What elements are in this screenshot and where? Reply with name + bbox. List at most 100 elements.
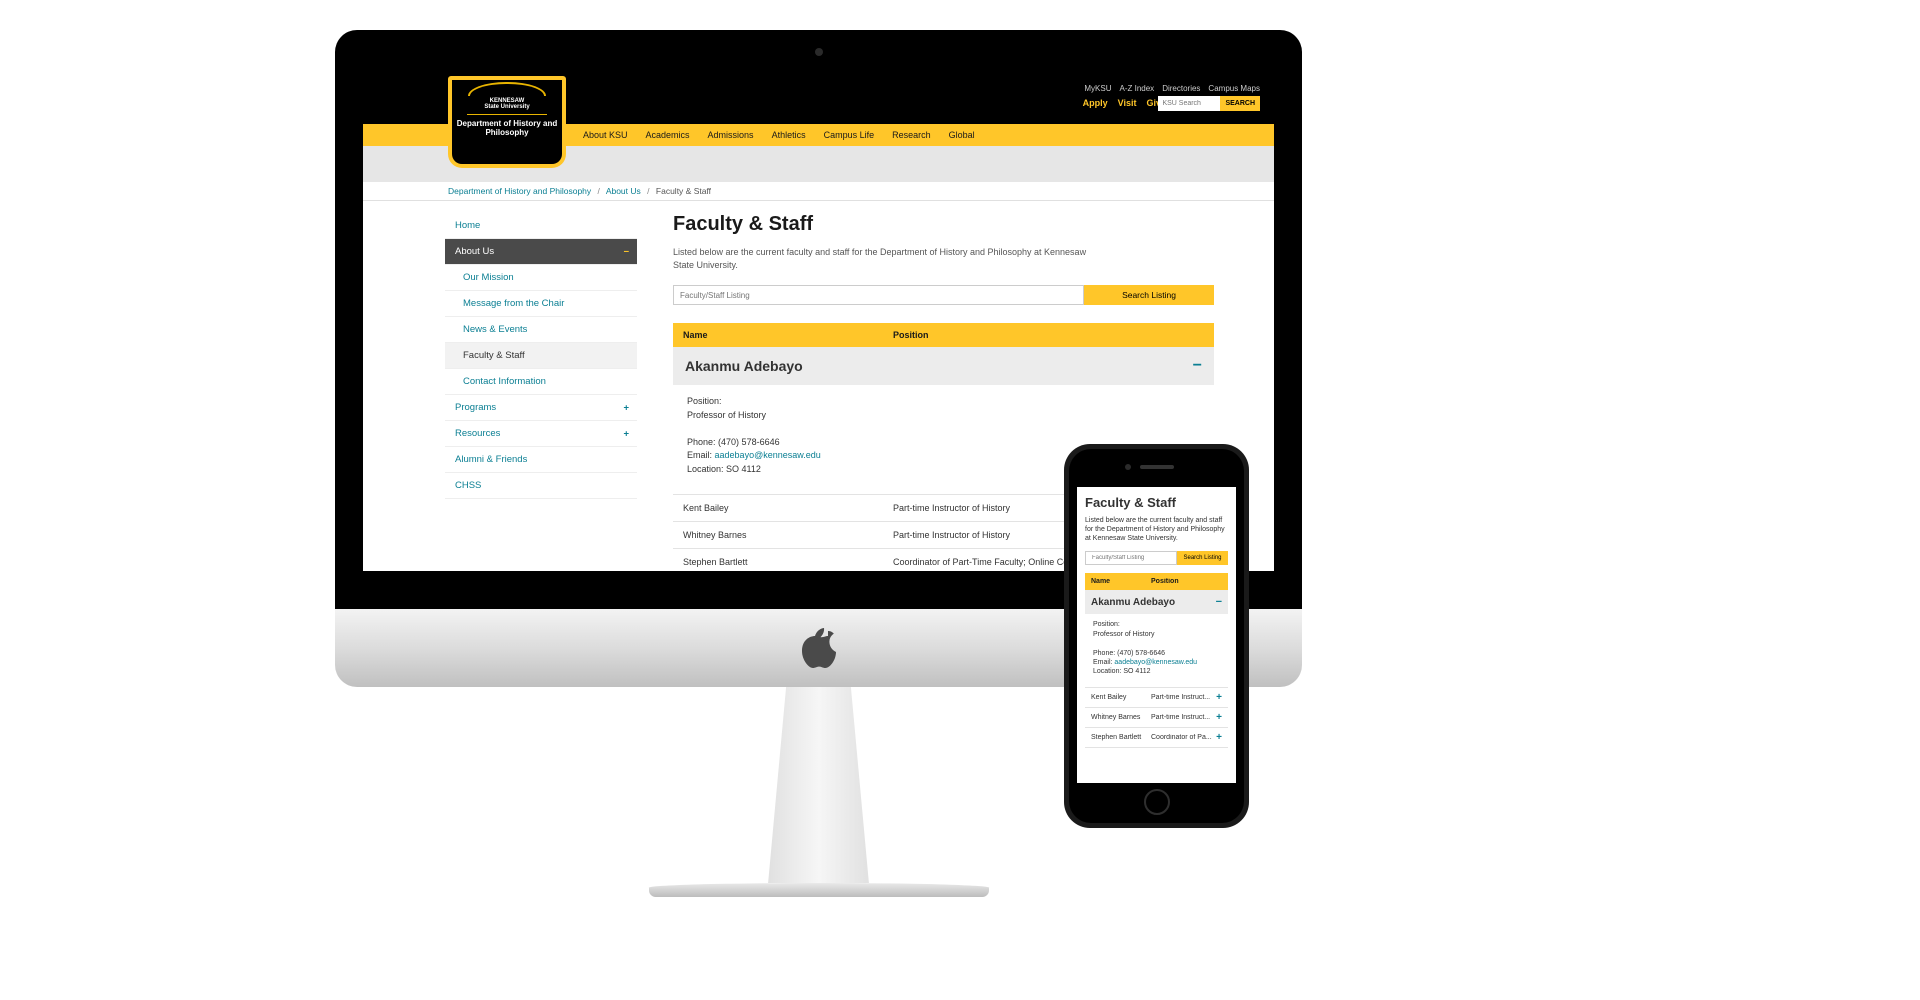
intro-text: Listed below are the current faculty and…	[673, 246, 1103, 271]
iphone-body: Faculty & Staff Listed below are the cur…	[1064, 444, 1249, 828]
phone-value: (470) 578-6646	[718, 437, 780, 447]
nav-item[interactable]: Research	[892, 130, 931, 140]
email-label: Email:	[687, 450, 712, 460]
utility-links: MyKSU A-Z Index Directories Campus Maps	[1084, 84, 1260, 93]
row-position: Part-time Instruct...	[1151, 714, 1221, 721]
row-name: Stephen Bartlett	[1091, 734, 1151, 741]
university-name: KENNESAWState University	[484, 98, 529, 110]
iphone-home-button[interactable]	[1144, 789, 1170, 815]
listing-search-button[interactable]: Search Listing	[1084, 285, 1214, 305]
sidenav-chss[interactable]: CHSS	[445, 473, 637, 499]
listing-search-input[interactable]	[1085, 551, 1177, 565]
plus-icon: +	[623, 402, 629, 413]
department-name: Department of History and Philosophy	[452, 119, 562, 137]
visit-link[interactable]: Visit	[1118, 98, 1137, 108]
table-row[interactable]: Kent Bailey Part-time Instruct... +	[1085, 688, 1228, 708]
expanded-name: Akanmu Adebayo	[685, 358, 803, 374]
breadcrumb-sep: /	[647, 186, 649, 196]
util-link[interactable]: Directories	[1162, 84, 1200, 93]
sidenav-message[interactable]: Message from the Chair	[445, 291, 637, 317]
nav-item[interactable]: Global	[949, 130, 975, 140]
faculty-table: Name Position Akanmu Adebayo − Position:…	[1085, 573, 1228, 748]
global-search-input[interactable]	[1158, 96, 1220, 111]
col-name-header: Name	[1091, 578, 1151, 585]
col-position-header: Position	[1151, 578, 1221, 585]
sidenav-programs[interactable]: Programs+	[445, 395, 637, 421]
imac-stand	[729, 687, 909, 883]
expanded-row-header[interactable]: Akanmu Adebayo −	[673, 347, 1214, 385]
location-value: SO 4112	[1123, 668, 1150, 675]
phone-label: Phone:	[687, 437, 716, 447]
sidenav-resources[interactable]: Resources+	[445, 421, 637, 447]
action-links: Apply Visit Give	[1083, 98, 1166, 108]
apply-link[interactable]: Apply	[1083, 98, 1108, 108]
expanded-name: Akanmu Adebayo	[1091, 597, 1175, 608]
sidenav-mission[interactable]: Our Mission	[445, 265, 637, 291]
sidenav-news[interactable]: News & Events	[445, 317, 637, 343]
table-header: Name Position	[673, 323, 1214, 347]
shield-arc-icon	[468, 82, 546, 96]
phone-label: Phone:	[1093, 650, 1115, 657]
side-nav: Home About Us− Our Mission Message from …	[445, 213, 637, 571]
sidenav-contact[interactable]: Contact Information	[445, 369, 637, 395]
position-value: Professor of History	[687, 409, 1200, 423]
minus-icon: −	[623, 246, 629, 257]
breadcrumb-link[interactable]: About Us	[606, 186, 641, 196]
location-label: Location:	[1093, 668, 1121, 675]
row-name: Kent Bailey	[1091, 694, 1151, 701]
breadcrumb-current: Faculty & Staff	[656, 186, 711, 196]
breadcrumb-sep: /	[598, 186, 600, 196]
expanded-row-detail: Position: Professor of History Phone: (4…	[1085, 614, 1228, 688]
row-position: Part-time Instruct...	[1151, 694, 1221, 701]
nav-item[interactable]: Academics	[646, 130, 690, 140]
table-row[interactable]: Whitney Barnes Part-time Instruct... +	[1085, 708, 1228, 728]
table-row[interactable]: Stephen Bartlett Coordinator of Pa... +	[1085, 728, 1228, 748]
sidenav-faculty-staff[interactable]: Faculty & Staff	[445, 343, 637, 369]
email-link[interactable]: aadebayo@kennesaw.edu	[1114, 659, 1197, 666]
iphone-speaker-icon	[1140, 465, 1174, 469]
email-link[interactable]: aadebayo@kennesaw.edu	[715, 450, 821, 460]
global-search: SEARCH	[1158, 96, 1260, 111]
page-title: Faculty & Staff	[1085, 495, 1228, 510]
sidenav-about[interactable]: About Us−	[445, 239, 637, 265]
sidenav-home[interactable]: Home	[445, 213, 637, 239]
iphone-camera-icon	[1125, 464, 1131, 470]
location-label: Location:	[687, 464, 724, 474]
nav-item[interactable]: Campus Life	[824, 130, 875, 140]
util-link[interactable]: MyKSU	[1084, 84, 1111, 93]
nav-item[interactable]: Athletics	[772, 130, 806, 140]
breadcrumb-link[interactable]: Department of History and Philosophy	[448, 186, 591, 196]
row-name: Stephen Bartlett	[683, 557, 893, 567]
iphone-inner: Faculty & Staff Listed below are the cur…	[1069, 449, 1244, 823]
expand-icon: +	[1216, 692, 1222, 703]
nav-item[interactable]: Admissions	[708, 130, 754, 140]
page-title: Faculty & Staff	[673, 213, 1214, 236]
position-label: Position:	[1093, 621, 1120, 628]
expand-icon: +	[1216, 712, 1222, 723]
iphone-device: Faculty & Staff Listed below are the cur…	[1064, 444, 1249, 828]
plus-icon: +	[623, 428, 629, 439]
listing-search: Search Listing	[673, 285, 1214, 305]
nav-item[interactable]: About KSU	[583, 130, 628, 140]
collapse-icon: −	[1193, 357, 1202, 375]
imac-camera-icon	[815, 48, 823, 56]
util-link[interactable]: Campus Maps	[1208, 84, 1260, 93]
col-position-header: Position	[893, 330, 1204, 340]
expanded-row-header[interactable]: Akanmu Adebayo −	[1085, 590, 1228, 614]
util-link[interactable]: A-Z Index	[1120, 84, 1155, 93]
apple-logo-icon	[802, 627, 836, 669]
listing-search-input[interactable]	[673, 285, 1084, 305]
breadcrumb: Department of History and Philosophy / A…	[363, 182, 1274, 201]
location-value: SO 4112	[726, 464, 761, 474]
iphone-screen: Faculty & Staff Listed below are the cur…	[1077, 487, 1236, 783]
department-shield[interactable]: KENNESAWState University Department of H…	[448, 80, 566, 168]
global-search-button[interactable]: SEARCH	[1220, 96, 1260, 111]
listing-search-button[interactable]: Search Listing	[1177, 551, 1228, 565]
col-name-header: Name	[683, 330, 893, 340]
imac-foot	[649, 883, 989, 897]
email-label: Email:	[1093, 659, 1112, 666]
sidenav-alumni[interactable]: Alumni & Friends	[445, 447, 637, 473]
mobile-site: Faculty & Staff Listed below are the cur…	[1077, 487, 1236, 756]
shield-divider	[467, 114, 547, 115]
phone-value: (470) 578-6646	[1117, 650, 1165, 657]
